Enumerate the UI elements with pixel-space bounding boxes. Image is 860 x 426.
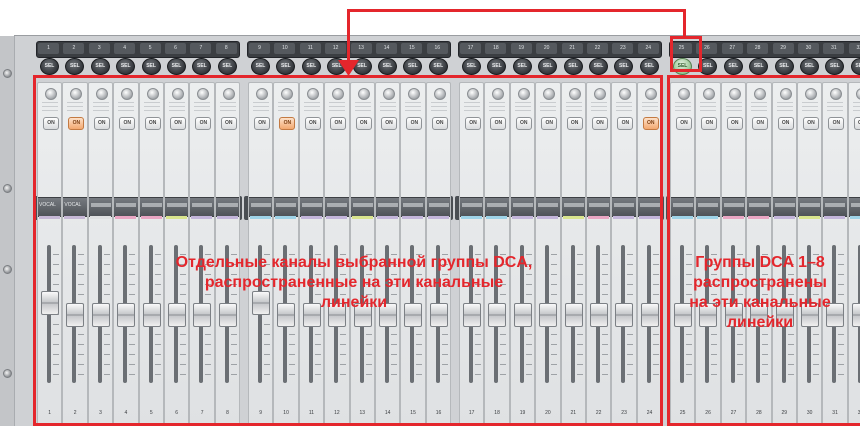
sel-button[interactable]: SEL bbox=[639, 58, 659, 75]
strip-number-tab: 20 bbox=[536, 43, 558, 54]
sel-highlight-frame bbox=[670, 36, 702, 72]
left-rail bbox=[0, 36, 15, 426]
strip-number-tab: 5 bbox=[139, 43, 161, 54]
sel-button[interactable]: SEL bbox=[723, 58, 743, 75]
strip-number-tab: 11 bbox=[299, 43, 321, 54]
sel-button[interactable]: SEL bbox=[378, 58, 397, 75]
console-surface: 1 SEL ON VOCAL 1 2 SEL ON VOCAL 2 3 SEL ON 3 4 SEL ON 4 5 S… bbox=[0, 0, 860, 426]
strip-number-tab: 27 bbox=[721, 43, 743, 54]
connector-line-down bbox=[347, 9, 350, 64]
strip-number-tab: 6 bbox=[165, 43, 186, 54]
annotation-line: Группы DCA 1–8 bbox=[695, 254, 825, 271]
sel-button[interactable]: SEL bbox=[90, 58, 110, 75]
sel-button[interactable]: SEL bbox=[276, 58, 296, 75]
dca-annotation: Группы DCA 1–8 распространены на эти кан… bbox=[660, 253, 860, 333]
strip-number-tab: 14 bbox=[376, 43, 397, 54]
strip-number-tab: 17 bbox=[460, 43, 481, 54]
sel-button[interactable]: SEL bbox=[116, 58, 136, 75]
screw-icon bbox=[3, 369, 12, 378]
strip-number-tab: 18 bbox=[485, 43, 507, 54]
strip-number-tab: 28 bbox=[747, 43, 769, 54]
channel-region-frame bbox=[33, 75, 663, 426]
sel-button[interactable]: SEL bbox=[403, 58, 423, 75]
annotation-line: распространенные на эти канальные bbox=[204, 274, 504, 291]
strip-number-tab: 22 bbox=[587, 43, 608, 54]
channels-annotation: Отдельные каналы выбранной группы DCA, р… bbox=[80, 253, 628, 313]
sel-button[interactable]: SEL bbox=[217, 58, 237, 75]
strip-number-tab: 15 bbox=[401, 43, 423, 54]
strip-number-tab: 24 bbox=[637, 43, 659, 54]
connector-line-right bbox=[683, 9, 686, 36]
strip-number-tab: 21 bbox=[561, 43, 583, 54]
annotation-line: Отдельные каналы выбранной группы DCA, bbox=[175, 254, 533, 271]
strip-number-tab: 7 bbox=[190, 43, 212, 54]
dca-region-frame bbox=[667, 75, 860, 426]
sel-button[interactable]: SEL bbox=[825, 58, 845, 75]
sel-button[interactable]: SEL bbox=[65, 58, 85, 75]
sel-button[interactable]: SEL bbox=[428, 58, 448, 75]
sel-button[interactable]: SEL bbox=[538, 58, 558, 75]
strip-number-tab: 16 bbox=[426, 43, 448, 54]
strip-number-tab: 1 bbox=[38, 43, 59, 54]
sel-button[interactable]: SEL bbox=[462, 58, 481, 75]
sel-button[interactable]: SEL bbox=[512, 58, 532, 75]
sel-button[interactable]: SEL bbox=[749, 58, 769, 75]
strip-number-tab: 29 bbox=[772, 43, 794, 54]
sel-button[interactable]: SEL bbox=[774, 58, 794, 75]
sel-button[interactable]: SEL bbox=[614, 58, 634, 75]
strip-number-tab: 10 bbox=[274, 43, 296, 54]
sel-button[interactable]: SEL bbox=[141, 58, 161, 75]
sel-button[interactable]: SEL bbox=[301, 58, 321, 75]
screw-icon bbox=[3, 265, 12, 274]
sel-button[interactable]: SEL bbox=[589, 58, 608, 75]
sel-button[interactable]: SEL bbox=[563, 58, 583, 75]
strip-number-tab: 8 bbox=[215, 43, 237, 54]
strip-number-tab: 13 bbox=[350, 43, 372, 54]
arrow-head-icon bbox=[338, 60, 359, 76]
screw-icon bbox=[3, 184, 12, 193]
annotation-line: линейки bbox=[320, 294, 388, 311]
annotation-line: на эти канальные bbox=[689, 294, 831, 311]
strip-number-tab: 31 bbox=[823, 43, 845, 54]
sel-button[interactable]: SEL bbox=[40, 58, 59, 75]
sel-button[interactable]: SEL bbox=[167, 58, 186, 75]
strip-number-tab: 23 bbox=[612, 43, 634, 54]
strip-number-tab: 12 bbox=[325, 43, 347, 54]
connector-line-top bbox=[347, 9, 686, 12]
strip-number-tab: 2 bbox=[63, 43, 85, 54]
sel-button[interactable]: SEL bbox=[850, 58, 860, 75]
annotation-line: распространены bbox=[693, 274, 827, 291]
sel-button[interactable]: SEL bbox=[192, 58, 212, 75]
strip-number-tab: 3 bbox=[88, 43, 110, 54]
sel-button[interactable]: SEL bbox=[487, 58, 507, 75]
strip-number-tab: 19 bbox=[510, 43, 532, 54]
annotation-line: линейки bbox=[726, 314, 794, 331]
strip-number-tab: 30 bbox=[798, 43, 819, 54]
strip-number-tab: 4 bbox=[114, 43, 136, 54]
sel-button[interactable]: SEL bbox=[800, 58, 819, 75]
strip-number-tab: 32 bbox=[848, 43, 860, 54]
sel-button[interactable]: SEL bbox=[251, 58, 270, 75]
strip-number-tab: 9 bbox=[249, 43, 270, 54]
screw-icon bbox=[3, 69, 12, 78]
